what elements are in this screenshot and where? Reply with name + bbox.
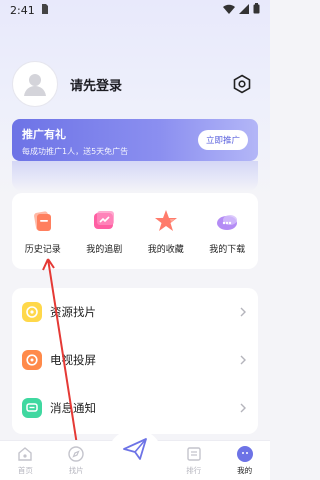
download-icon xyxy=(214,208,240,234)
battery-icon xyxy=(253,3,260,17)
status-time: 2:41 xyxy=(10,3,35,17)
ranking-icon xyxy=(187,447,201,461)
status-bar: 2:41 xyxy=(0,0,270,20)
quick-action-label: 我的收藏 xyxy=(147,244,184,255)
tab-find[interactable]: 找片 xyxy=(56,441,96,476)
quick-action-label: 我的追剧 xyxy=(86,244,123,255)
history-icon xyxy=(30,208,56,234)
tab-label: 首页 xyxy=(17,466,33,475)
follow-icon xyxy=(91,208,117,234)
menu-item-resource-search[interactable]: 资源找片 xyxy=(12,288,258,336)
chevron-right-icon xyxy=(240,307,246,317)
resource-search-icon xyxy=(22,302,42,322)
tv-cast-icon xyxy=(22,350,42,370)
quick-action-follow[interactable]: 我的追剧 xyxy=(75,208,133,255)
menu-item-label: 消息通知 xyxy=(50,401,96,415)
quick-action-history[interactable]: 历史记录 xyxy=(14,208,72,255)
tab-ranking[interactable]: 排行 xyxy=(174,441,214,476)
menu-list: 资源找片 电视投屏 消息通知 xyxy=(12,288,258,434)
menu-item-label: 电视投屏 xyxy=(50,353,96,367)
profile-icon xyxy=(236,446,253,462)
wifi-icon xyxy=(223,4,235,17)
promo-glow xyxy=(12,161,258,191)
default-avatar-icon xyxy=(24,74,46,96)
sim-card-icon xyxy=(41,3,49,17)
compass-icon xyxy=(68,446,84,462)
profile-header: 请先登录 xyxy=(12,60,258,108)
quick-action-label: 我的下载 xyxy=(209,244,246,255)
quick-action-downloads[interactable]: 我的下载 xyxy=(198,208,256,255)
tab-label: 找片 xyxy=(68,466,84,475)
message-icon xyxy=(22,398,42,418)
settings-hexagon-icon xyxy=(233,74,251,94)
menu-item-tv-cast[interactable]: 电视投屏 xyxy=(12,336,258,384)
star-icon xyxy=(153,208,179,234)
home-icon xyxy=(18,447,33,461)
tab-label: 我的 xyxy=(237,466,253,475)
menu-item-label: 资源找片 xyxy=(50,305,96,319)
login-prompt[interactable]: 请先登录 xyxy=(70,75,122,94)
quick-action-favorites[interactable]: 我的收藏 xyxy=(137,208,195,255)
chevron-right-icon xyxy=(240,355,246,365)
chevron-right-icon xyxy=(240,403,246,413)
tab-home[interactable]: 首页 xyxy=(5,441,45,476)
paper-plane-icon xyxy=(123,438,147,460)
quick-actions-card: 历史记录 我的追剧 我的收藏 我的下载 xyxy=(12,193,258,269)
tab-profile[interactable]: 我的 xyxy=(225,441,265,476)
menu-item-messages[interactable]: 消息通知 xyxy=(12,384,258,432)
bottom-tab-bar: 首页 找片 排行 我的 xyxy=(0,429,270,480)
signal-icon xyxy=(239,3,249,17)
promote-now-button[interactable]: 立即推广 xyxy=(197,130,248,150)
settings-button[interactable] xyxy=(230,72,254,96)
avatar[interactable] xyxy=(12,61,58,107)
tab-label: 排行 xyxy=(186,466,202,475)
quick-action-label: 历史记录 xyxy=(24,244,61,255)
tab-center-send[interactable] xyxy=(106,429,163,469)
promo-banner[interactable]: 推广有礼 每成功推广1人，送5天免广告 立即推广 xyxy=(12,119,258,161)
